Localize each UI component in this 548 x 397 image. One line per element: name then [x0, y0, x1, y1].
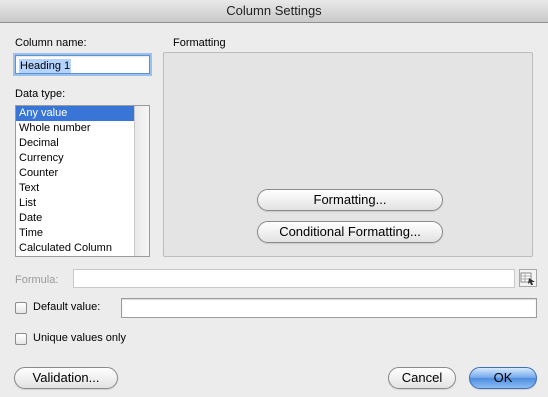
default-value-field[interactable]: [121, 298, 537, 318]
formula-field[interactable]: [73, 269, 515, 288]
unique-values-label: Unique values only: [33, 332, 126, 344]
ok-button[interactable]: OK: [469, 367, 537, 389]
data-type-option-any-value[interactable]: Any value: [16, 106, 134, 121]
formula-label: Formula:: [15, 274, 59, 286]
column-settings-dialog: Column Settings Column name: Heading 1 D…: [0, 0, 548, 397]
window-title: Column Settings: [0, 0, 548, 23]
formatting-button[interactable]: Formatting...: [257, 189, 443, 211]
data-type-scrollbar[interactable]: [134, 106, 149, 256]
column-name-label: Column name:: [15, 37, 87, 49]
data-type-option-decimal[interactable]: Decimal: [16, 136, 134, 151]
data-type-option-date[interactable]: Date: [16, 211, 134, 226]
conditional-formatting-button[interactable]: Conditional Formatting...: [257, 221, 443, 243]
data-type-option-calculated-column[interactable]: Calculated Column: [16, 241, 134, 256]
formula-builder-button[interactable]: [519, 269, 537, 287]
formatting-label: Formatting: [173, 37, 226, 49]
column-name-value: Heading 1: [19, 59, 72, 73]
column-name-field[interactable]: Heading 1: [15, 55, 150, 74]
unique-values-checkbox[interactable]: [15, 333, 27, 345]
formula-builder-icon: [520, 272, 535, 285]
validation-button[interactable]: Validation...: [14, 367, 118, 389]
data-type-option-time[interactable]: Time: [16, 226, 134, 241]
default-value-label: Default value:: [33, 301, 101, 313]
data-type-option-text[interactable]: Text: [16, 181, 134, 196]
default-value-checkbox[interactable]: [15, 302, 27, 314]
data-type-option-counter[interactable]: Counter: [16, 166, 134, 181]
data-type-list[interactable]: Any value Whole number Decimal Currency …: [15, 105, 150, 257]
data-type-label: Data type:: [15, 88, 66, 100]
data-type-option-list[interactable]: List: [16, 196, 134, 211]
data-type-option-currency[interactable]: Currency: [16, 151, 134, 166]
cancel-button[interactable]: Cancel: [388, 367, 456, 389]
data-type-option-whole-number[interactable]: Whole number: [16, 121, 134, 136]
